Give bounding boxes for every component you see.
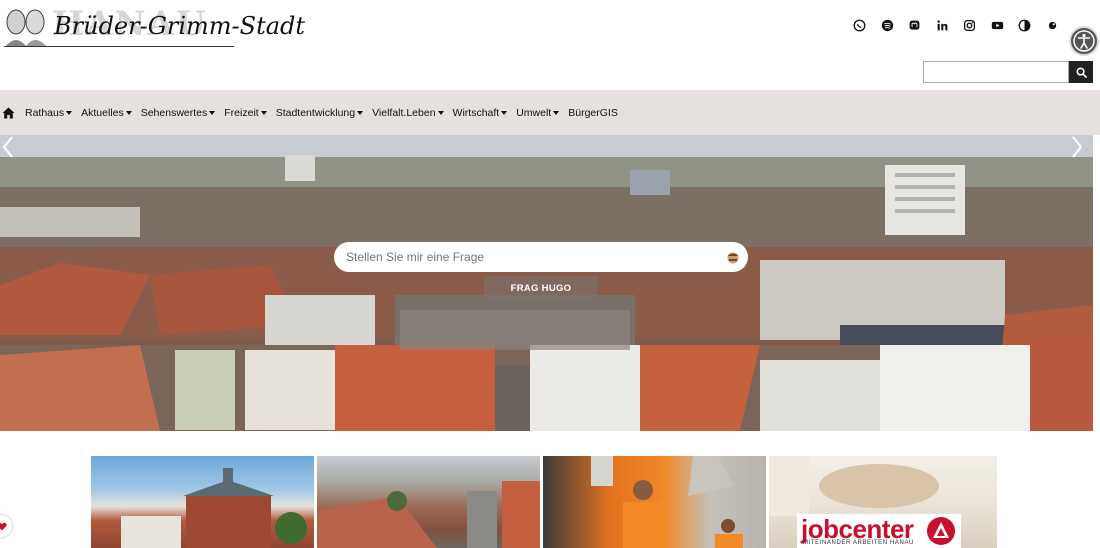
grimm-portrait-icon: [6, 9, 46, 46]
header: HANAU Brüder-Grimm-Stadt: [0, 0, 1100, 90]
nav-item-vielfalt-leben[interactable]: Vielfalt.Leben: [372, 106, 444, 119]
social-links: [846, 14, 1066, 36]
search-input[interactable]: [923, 61, 1069, 83]
caret-down-icon: [66, 110, 73, 115]
adjust-icon[interactable]: [1039, 14, 1067, 36]
caret-down-icon: [357, 110, 364, 115]
nav-item-freizeit[interactable]: Freizeit: [224, 106, 267, 119]
instagram-icon[interactable]: [956, 14, 984, 36]
main-navigation: Rathaus Aktuelles Sehenswertes Freizeit …: [0, 90, 1100, 135]
linkedin-icon[interactable]: [929, 14, 957, 36]
street-aerial-image: [317, 481, 540, 548]
carousel-prev-icon[interactable]: [2, 135, 14, 159]
caret-down-icon: [125, 110, 132, 115]
contrast-icon[interactable]: [1011, 14, 1039, 36]
heart-icon: [0, 522, 7, 530]
nav-item-label: Sehenswertes: [140, 106, 208, 119]
teaser-tile-stadtansicht[interactable]: [317, 456, 540, 548]
caret-down-icon: [553, 110, 560, 115]
nav-item-label: Umwelt: [516, 106, 552, 119]
workers-image: [591, 456, 743, 548]
teaser-tile-jobcenter[interactable]: jobcenter MITEINANDER ARBEITEN HANAU: [769, 456, 997, 548]
nav-item-label: Stadtentwicklung: [275, 106, 356, 119]
nav-item-rathaus[interactable]: Rathaus: [25, 106, 73, 119]
nav-item-sehenswertes[interactable]: Sehenswertes: [141, 107, 216, 119]
teaser-tile-stadtreinigung[interactable]: [543, 456, 766, 548]
teaser-tiles: jobcenter MITEINANDER ARBEITEN HANAU: [91, 456, 997, 548]
nav-item-label: Freizeit: [224, 106, 259, 119]
nav-item-umwelt[interactable]: Umwelt: [516, 106, 560, 119]
nav-item-buergergis[interactable]: BürgerGIS: [568, 107, 618, 119]
nav-item-label: Rathaus: [25, 106, 65, 119]
hugo-avatar-icon: [727, 252, 739, 264]
jobcenter-triangle-icon: [927, 517, 955, 545]
spotify-icon[interactable]: [874, 14, 902, 36]
home-icon[interactable]: [2, 106, 16, 120]
accessibility-button[interactable]: [1069, 26, 1099, 56]
caret-down-icon: [209, 110, 216, 115]
ask-hugo-input[interactable]: [346, 250, 716, 264]
mastodon-icon[interactable]: [901, 14, 929, 36]
whatsapp-icon[interactable]: [846, 14, 874, 36]
rathaus-image: [121, 468, 307, 548]
jobcenter-logo: jobcenter MITEINANDER ARBEITEN HANAU: [797, 514, 961, 548]
teaser-tile-rathaus[interactable]: [91, 456, 314, 548]
hero-city-image: FRAG HUGO: [0, 135, 1093, 431]
page: HANAU Brüder-Grimm-Stadt Rathaus Aktuell…: [0, 0, 1100, 548]
search-button[interactable]: [1069, 61, 1093, 83]
nav-item-label: Vielfalt.Leben: [372, 106, 436, 119]
search-icon: [1076, 67, 1087, 78]
nav-item-aktuelles[interactable]: Aktuelles: [81, 107, 132, 119]
ask-hugo-field[interactable]: [334, 242, 748, 272]
jobcenter-logo-subtitle: MITEINANDER ARBEITEN HANAU: [803, 540, 914, 546]
nav-item-wirtschaft[interactable]: Wirtschaft: [453, 107, 508, 119]
feedback-tab[interactable]: [0, 515, 12, 537]
site-logo[interactable]: HANAU Brüder-Grimm-Stadt: [0, 2, 305, 48]
caret-down-icon: [501, 110, 508, 115]
youtube-icon[interactable]: [984, 14, 1012, 36]
nav-item-stadtentwicklung[interactable]: Stadtentwicklung: [275, 106, 364, 119]
logo-tagline: Brüder-Grimm-Stadt: [54, 12, 306, 40]
jobcenter-logo-text: jobcenter: [801, 514, 914, 544]
frag-hugo-button[interactable]: FRAG HUGO: [484, 276, 598, 300]
nav-item-label: BürgerGIS: [568, 106, 618, 119]
caret-down-icon: [260, 110, 267, 115]
logo-underline: [4, 46, 234, 47]
carousel-next-icon[interactable]: [1071, 135, 1083, 159]
accessibility-icon: [1073, 30, 1095, 52]
nav-item-label: Wirtschaft: [452, 106, 500, 119]
nav-item-label: Aktuelles: [81, 106, 124, 119]
caret-down-icon: [437, 110, 444, 115]
